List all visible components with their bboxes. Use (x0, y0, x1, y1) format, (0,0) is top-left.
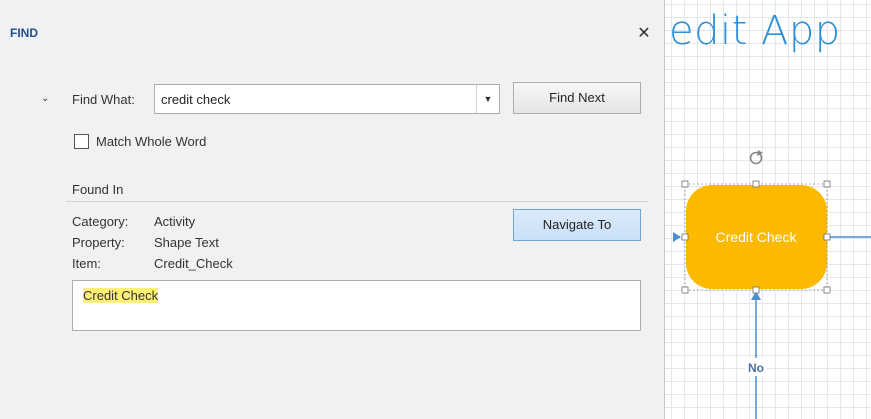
connector-left-arrow (673, 232, 681, 242)
shape-label: Credit Check (716, 229, 798, 245)
result-highlight-text: Credit Check (83, 288, 159, 303)
result-preview-box[interactable]: Credit Check (72, 280, 641, 331)
navigate-to-button[interactable]: Navigate To (513, 209, 641, 241)
find-what-input[interactable] (154, 84, 500, 114)
find-panel: FIND ✕ ⌄ Find What: ▼ Find Next Match Wh… (0, 0, 665, 419)
detail-value-category: Activity (154, 214, 196, 229)
detail-value-item: Credit_Check (154, 256, 233, 271)
detail-key-property: Property: (72, 235, 125, 250)
match-whole-word-label: Match Whole Word (96, 134, 207, 149)
find-history-dropdown-icon[interactable]: ▼ (476, 85, 499, 113)
panel-title: FIND (10, 26, 38, 40)
match-whole-word-checkbox[interactable] (74, 134, 89, 149)
detail-value-property: Shape Text (154, 235, 219, 250)
connector-label: No (748, 361, 764, 375)
chevron-down-icon[interactable]: ⌄ (41, 94, 51, 104)
found-in-divider (66, 201, 648, 202)
close-icon[interactable]: ✕ (636, 26, 652, 42)
find-what-label: Find What: (72, 92, 135, 107)
find-next-button[interactable]: Find Next (513, 82, 641, 114)
detail-key-category: Category: (72, 214, 129, 229)
diagram-svg: Credit Check No (673, 150, 871, 419)
detail-key-item: Item: (72, 256, 101, 271)
rotate-handle-icon[interactable] (749, 150, 764, 165)
found-in-label: Found In (72, 182, 124, 197)
diagram-canvas[interactable]: edit App Credit Check No (665, 0, 871, 419)
